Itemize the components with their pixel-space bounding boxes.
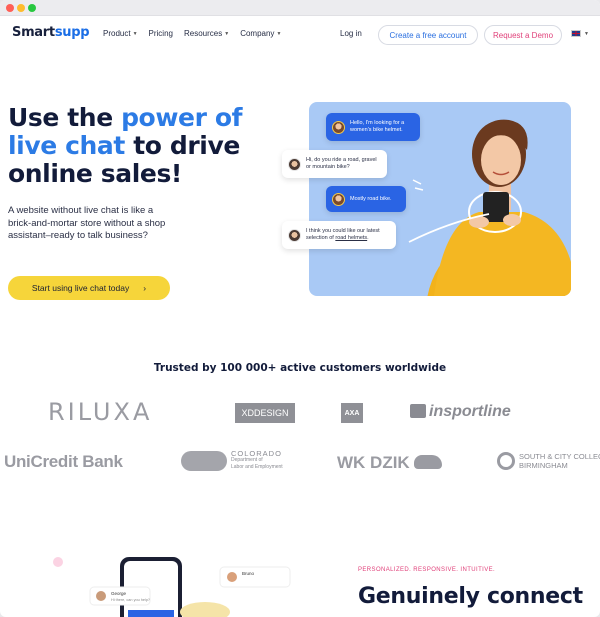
language-selector[interactable]: ▼ (571, 30, 589, 37)
chat-message-agent-1: Hi, do you ride a road, gravel or mounta… (282, 150, 387, 178)
xddesign-logo: XDDESIGN (235, 403, 295, 423)
smartsupp-logo[interactable]: Smartsupp (12, 25, 90, 40)
axa-logo: AXA (341, 403, 363, 423)
agent-avatar (288, 228, 301, 242)
insportline-mark-icon (410, 404, 426, 418)
college-city: BIRMINGHAM (519, 461, 568, 470)
top-navigation: Smartsupp Product ▼ Pricing Resources ▼ Co… (0, 16, 600, 54)
chat-message-text: Mostly road bike. (350, 195, 392, 202)
chat-message-text: Hi, do you ride a road, gravel or mounta… (306, 157, 377, 170)
chat-message-customer-1: Hello, I'm looking for a women's bike he… (326, 113, 420, 141)
phone-chat-illustration (53, 557, 291, 617)
nav-item-product[interactable]: Product ▼ (103, 29, 138, 38)
unicredit-bank-logo: UniCredit Bank (4, 452, 123, 471)
browser-window: Smartsupp Product ▼ Pricing Resources ▼ Co… (0, 0, 600, 617)
nav-item-label: Product (103, 29, 131, 38)
colorado-seal-icon (181, 450, 227, 471)
minimize-window-dot[interactable] (17, 4, 25, 12)
chat-message-text: I think you could like our latest select… (306, 228, 390, 242)
college-name: SOUTH & CITY COLLEGE (519, 452, 600, 461)
chat-text-after: . (367, 235, 369, 241)
request-demo-button[interactable]: Request a Demo (484, 25, 562, 45)
college-mark-icon (497, 452, 515, 470)
nav-item-pricing[interactable]: Pricing (149, 29, 173, 38)
hero-title: Use the power of live chat to drive onli… (8, 104, 268, 188)
phone-chat-preview: Hi there, can you help? (111, 598, 151, 602)
logo-text-part1: Smart (12, 25, 55, 40)
nav-item-resources[interactable]: Resources ▼ (184, 29, 229, 38)
customer-avatar (332, 192, 345, 206)
nav-item-company[interactable]: Company ▼ (240, 29, 281, 38)
uk-flag-icon (571, 30, 581, 37)
chat-message-text: Hello, I'm looking for a women's bike he… (350, 120, 405, 133)
window-titlebar (0, 0, 600, 16)
chevron-down-icon: ▼ (132, 30, 138, 37)
college-text: SOUTH & CITY COLLEGE BIRMINGHAM (519, 452, 600, 470)
customer-avatar (332, 120, 345, 134)
colorado-title: COLORADO (231, 449, 282, 458)
start-live-chat-button[interactable]: Start using live chat today › (8, 276, 170, 300)
logo-text-part2: supp (54, 25, 90, 40)
cta-label: Start using live chat today (31, 283, 130, 293)
feature-heading: Genuinely connect (358, 584, 583, 609)
phone-contact-name-1: Bruno (242, 571, 255, 576)
colorado-line1: Department of (231, 457, 263, 463)
phone-contact-name-2: George (111, 591, 127, 596)
main-menu: Product ▼ Pricing Resources ▼ Company ▼ (103, 29, 281, 38)
create-free-account-button[interactable]: Create a free account (378, 25, 478, 45)
wk-dzik-text: WK DZIK (337, 453, 410, 472)
maximize-window-dot[interactable] (28, 4, 36, 12)
riluxa-logo: RILUXA (48, 398, 153, 426)
chevron-down-icon: ▼ (224, 30, 230, 37)
colorado-line2: Labor and Employment (231, 464, 283, 470)
hero-title-part1: Use the (8, 103, 122, 132)
nav-item-label: Resources (183, 29, 223, 38)
south-city-college-logo: SOUTH & CITY COLLEGE BIRMINGHAM (497, 452, 600, 470)
trust-heading: Trusted by 100 000+ active customers wor… (153, 362, 447, 374)
feature-tagline: PERSONALIZED. RESPONSIVE. INTUITIVE. (358, 567, 496, 573)
insportline-logo: insportline (410, 403, 511, 421)
hero-subtitle: A website without live chat is like a br… (8, 205, 166, 241)
nav-item-label: Company (240, 29, 275, 38)
chat-message-customer-2: Mostly road bike. (326, 186, 406, 212)
nav-item-label: Pricing (148, 29, 173, 38)
wk-dzik-logo: WK DZIK (337, 453, 443, 473)
colorado-text: COLORADO Department of Labor and Employm… (231, 450, 283, 471)
chat-message-agent-2: I think you could like our latest select… (282, 221, 396, 249)
boar-icon (414, 455, 443, 469)
road-helmets-link[interactable]: road helmets (335, 235, 367, 241)
colorado-department-logo: COLORADO Department of Labor and Employm… (181, 450, 283, 471)
agent-avatar (288, 157, 301, 171)
chevron-down-icon: ▼ (276, 30, 282, 37)
insportline-text: insportline (429, 403, 511, 420)
arrow-right-icon: › (143, 283, 147, 293)
chevron-down-icon: ▼ (584, 30, 589, 37)
login-link[interactable]: Log in (340, 29, 362, 38)
close-window-dot[interactable] (6, 4, 14, 12)
